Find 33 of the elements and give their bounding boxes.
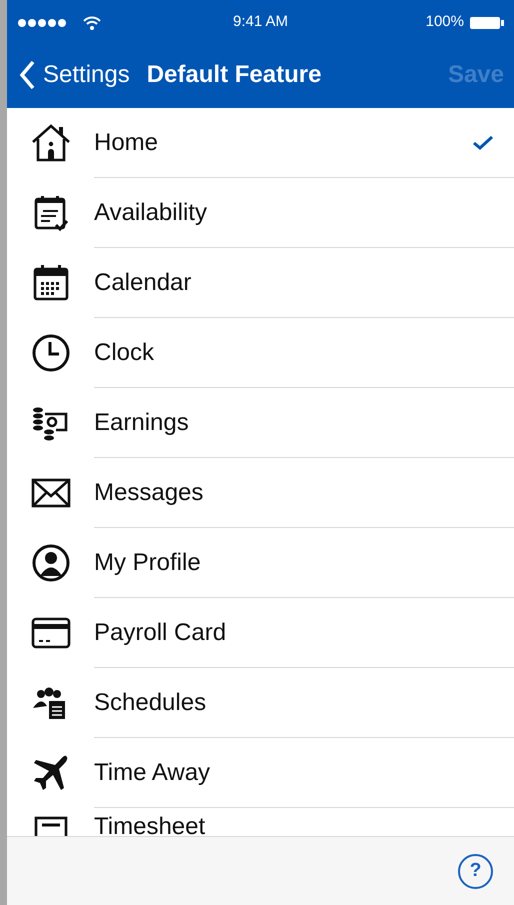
feature-row[interactable]: Calendar: [7, 248, 514, 318]
feature-row[interactable]: Messages: [7, 458, 514, 528]
feature-label: Earnings: [94, 408, 189, 438]
feature-row[interactable]: Clock: [7, 318, 514, 388]
feature-label: Time Away: [94, 758, 210, 788]
feature-row[interactable]: Earnings: [7, 388, 514, 458]
back-button[interactable]: Settings: [19, 57, 130, 93]
feature-row[interactable]: Schedules: [7, 668, 514, 738]
screen-title: Default Feature: [146, 60, 322, 90]
clock-icon: [30, 332, 72, 374]
feature-label: Messages: [94, 478, 204, 508]
feature-label: Availability: [94, 198, 207, 228]
back-chevron-icon: [19, 60, 35, 90]
feature-label: Schedules: [94, 688, 206, 718]
feature-label: Clock: [94, 338, 154, 368]
battery-percentage: 100%: [426, 12, 464, 32]
feature-row[interactable]: Availability: [7, 178, 514, 248]
person-circle-icon: [30, 542, 72, 584]
feature-label: Calendar: [94, 268, 192, 298]
checkmark-icon: [472, 134, 494, 150]
feature-label: Timesheet: [94, 812, 206, 836]
help-button[interactable]: ?: [458, 854, 493, 888]
feature-label: Payroll Card: [94, 618, 226, 648]
feature-row[interactable]: Payroll Card: [7, 598, 514, 668]
status-time: 9:41 AM: [232, 12, 288, 32]
house-icon: [30, 122, 72, 164]
feature-row[interactable]: My Profile: [7, 528, 514, 598]
battery-icon: [470, 16, 504, 30]
wifi-icon: [83, 16, 101, 30]
feature-row[interactable]: Time Away: [7, 738, 514, 808]
feature-row[interactable]: Timesheet: [7, 808, 514, 836]
feature-label: Home: [94, 128, 158, 158]
feature-label: My Profile: [94, 548, 201, 578]
